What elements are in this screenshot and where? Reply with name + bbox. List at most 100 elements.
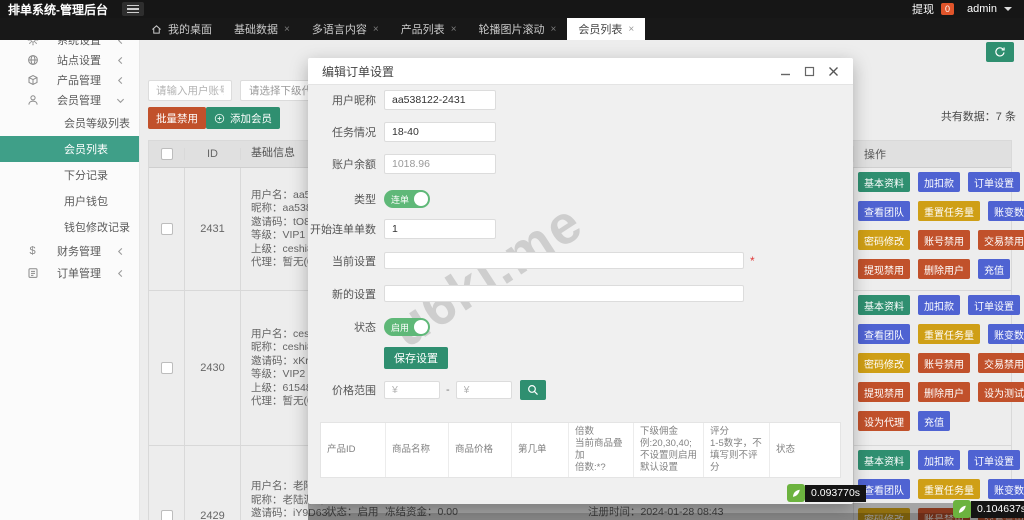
modal-title: 编辑订单设置: [322, 64, 395, 79]
view-team-button[interactable]: 查看团队: [858, 324, 910, 344]
sidebar-item-member-list[interactable]: 会员列表: [0, 136, 139, 162]
nickname-label: 用户昵称: [332, 95, 376, 107]
modal-trace-badge[interactable]: 0.093770s: [787, 484, 867, 502]
basic-info-button[interactable]: 基本资料: [858, 295, 910, 315]
price-range-label: 价格范围: [332, 385, 376, 397]
start-count-input[interactable]: [384, 219, 496, 239]
maximize-icon[interactable]: [804, 66, 815, 77]
start-count-label: 开始连单单数: [310, 224, 376, 236]
add-deduct-button[interactable]: 加扣款: [918, 450, 960, 470]
new-setting-input[interactable]: [384, 285, 744, 302]
account-changes-button[interactable]: 账变数据: [988, 324, 1024, 344]
member-actions: 基本资料 加扣款 订单设置 查看团队 重置任务量 账变数据 密码修改 账号禁用 …: [853, 168, 1024, 290]
withdraw-link[interactable]: 提现: [912, 1, 934, 17]
withdraw-count-badge: 0: [941, 3, 955, 15]
search-icon: [527, 385, 538, 395]
select-all-checkbox[interactable]: [160, 148, 173, 160]
task-status-label: 任务情况: [332, 127, 376, 139]
status-label: 状态: [354, 322, 376, 334]
col-rating: 评分 1-5数字，不 填写则不评分: [704, 423, 770, 477]
nickname-input[interactable]: [384, 90, 496, 110]
tab-bar: 我的桌面 基础数据 × 多语言内容 × 产品列表 × 轮播图片滚动 × 会员列表 ×: [0, 18, 1024, 40]
add-deduct-button[interactable]: 加扣款: [918, 295, 960, 315]
password-edit-button[interactable]: 密码修改: [858, 230, 910, 250]
task-status-input[interactable]: [384, 122, 496, 142]
close-icon[interactable]: ×: [451, 24, 457, 35]
recharge-button[interactable]: 充值: [978, 259, 1010, 279]
close-icon[interactable]: ×: [628, 24, 634, 35]
top-header: 排单系统-管理后台 提现 0 admin: [0, 0, 1024, 18]
close-icon[interactable]: ×: [551, 24, 557, 35]
status-toggle[interactable]: 启用: [384, 318, 430, 336]
view-team-button[interactable]: 查看团队: [858, 201, 910, 221]
user-icon: [26, 94, 39, 107]
type-toggle[interactable]: 连单: [384, 190, 430, 208]
basic-info-button[interactable]: 基本资料: [858, 172, 910, 192]
modal-header: 编辑订单设置: [308, 58, 853, 85]
globe-icon: [26, 54, 39, 67]
current-setting-label: 当前设置: [332, 255, 376, 268]
minimize-icon[interactable]: [780, 66, 791, 77]
user-menu[interactable]: admin: [967, 3, 997, 15]
recharge-button[interactable]: 充值: [918, 411, 950, 431]
menu-toggle-icon[interactable]: [122, 2, 144, 16]
tab-member-list-active[interactable]: 会员列表 ×: [567, 18, 646, 40]
home-icon: [152, 24, 161, 34]
trade-disable-button[interactable]: 交易禁用: [978, 230, 1024, 250]
refresh-button[interactable]: [986, 42, 1014, 62]
reset-tasks-button[interactable]: 重置任务量: [918, 201, 980, 221]
sidebar-item-product-management[interactable]: 产品管理: [0, 70, 139, 90]
sidebar-item-user-wallet[interactable]: 用户钱包: [0, 188, 139, 214]
reset-tasks-button[interactable]: 重置任务量: [918, 479, 980, 499]
new-setting-label: 新的设置: [332, 288, 376, 301]
trade-disable-button[interactable]: 交易禁用: [978, 353, 1024, 373]
withdraw-disable-button[interactable]: 提现禁用: [858, 382, 910, 402]
order-settings-button[interactable]: 订单设置: [968, 450, 1020, 470]
row-checkbox[interactable]: [160, 223, 173, 235]
search-button[interactable]: [519, 380, 546, 400]
reset-tasks-button[interactable]: 重置任务量: [918, 324, 980, 344]
row-checkbox[interactable]: [160, 509, 173, 520]
sidebar-item-finance-management[interactable]: $ 财务管理: [0, 240, 139, 262]
sidebar-item-order-management[interactable]: 订单管理: [0, 262, 139, 284]
tab-product-list[interactable]: 产品列表 ×: [390, 18, 468, 40]
sidebar-item-downscore-records[interactable]: 下分记录: [0, 162, 139, 188]
delete-user-button[interactable]: 删除用户: [918, 259, 970, 279]
set-agent-button[interactable]: 设为代理: [858, 411, 910, 431]
add-member-button[interactable]: 添加会员: [206, 107, 280, 129]
account-disable-button[interactable]: 账号禁用: [918, 230, 970, 250]
account-search-input[interactable]: [148, 80, 232, 101]
password-edit-button[interactable]: 密码修改: [858, 353, 910, 373]
chevron-left-icon: [116, 76, 125, 85]
account-changes-button[interactable]: 账变数据: [988, 479, 1024, 499]
order-settings-button[interactable]: 订单设置: [968, 295, 1020, 315]
balance-input[interactable]: [384, 154, 496, 174]
save-settings-button[interactable]: 保存设置: [384, 347, 448, 369]
current-setting-input[interactable]: [384, 252, 744, 269]
sidebar-item-wallet-modify-records[interactable]: 钱包修改记录: [0, 214, 139, 240]
account-disable-button[interactable]: 账号禁用: [918, 353, 970, 373]
withdraw-disable-button[interactable]: 提现禁用: [858, 259, 910, 279]
tab-desktop[interactable]: 我的桌面: [140, 18, 223, 40]
tab-multilang[interactable]: 多语言内容 ×: [301, 18, 390, 40]
batch-disable-button[interactable]: 批量禁用: [148, 107, 206, 129]
set-test-button[interactable]: 设为测试: [978, 382, 1024, 402]
add-deduct-button[interactable]: 加扣款: [918, 172, 960, 192]
account-changes-button[interactable]: 账变数据: [988, 201, 1024, 221]
order-settings-button[interactable]: 订单设置: [968, 172, 1020, 192]
refresh-icon: [995, 47, 1005, 57]
close-icon[interactable]: ×: [373, 24, 379, 35]
sidebar-item-site-settings[interactable]: 站点设置: [0, 50, 139, 70]
tab-basic-data[interactable]: 基础数据 ×: [223, 18, 301, 40]
close-icon[interactable]: [828, 66, 839, 77]
price-min-input[interactable]: [384, 381, 440, 399]
basic-info-button[interactable]: 基本资料: [858, 450, 910, 470]
close-icon[interactable]: ×: [284, 24, 290, 35]
price-max-input[interactable]: [455, 381, 512, 399]
tab-carousel[interactable]: 轮播图片滚动 ×: [468, 18, 568, 40]
sidebar-item-member-level-list[interactable]: 会员等级列表: [0, 110, 139, 136]
page-trace-badge[interactable]: 0.104637s: [953, 500, 1024, 518]
delete-user-button[interactable]: 删除用户: [918, 382, 970, 402]
sidebar-item-member-management[interactable]: 会员管理: [0, 90, 139, 110]
row-checkbox[interactable]: [160, 362, 173, 374]
